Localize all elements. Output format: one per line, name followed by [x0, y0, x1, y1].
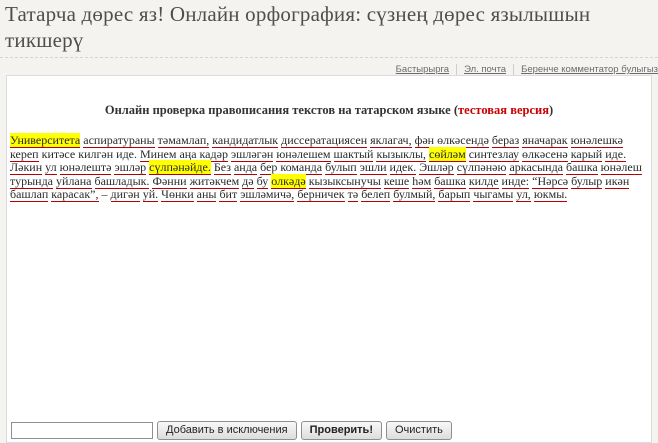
toolbar-link-1[interactable]: Бастырырга	[389, 64, 457, 75]
word[interactable]: юнәлешкә	[571, 133, 623, 148]
clear-button[interactable]: Очистить	[386, 421, 452, 440]
word[interactable]: яначарак	[522, 133, 567, 148]
word[interactable]: идек.	[390, 160, 417, 175]
checked-text: Университета аспиратураны тәмамлап, канд…	[10, 134, 648, 202]
toolbar-link-3[interactable]: Беренче комментатор булыгыз	[514, 64, 658, 75]
word[interactable]: эшләмичә,	[240, 187, 294, 202]
word[interactable]: булып	[325, 160, 357, 175]
word[interactable]: сүлпәнәю	[457, 160, 507, 175]
word[interactable]: анда	[234, 160, 257, 175]
word[interactable]: башка	[566, 160, 598, 175]
word[interactable]: эшләр	[114, 160, 146, 175]
word[interactable]: Ләкин	[10, 160, 42, 175]
checker-panel: Онлайн проверка правописания текстов на …	[6, 75, 652, 443]
misspelled-word[interactable]: сүлпәнәйде.	[149, 160, 211, 175]
test-version-note: тестовая версия	[458, 103, 549, 117]
word[interactable]: чыгамы	[473, 187, 513, 202]
word[interactable]: уй.	[143, 187, 158, 202]
word[interactable]: ул	[45, 160, 56, 175]
paren-close: )	[549, 103, 553, 117]
add-exception-button[interactable]: Добавить в исключения	[157, 421, 297, 440]
word[interactable]: юкмы.	[534, 187, 567, 202]
word[interactable]: бит	[219, 187, 237, 202]
word[interactable]: бераз	[492, 133, 519, 148]
word[interactable]: булыр	[571, 174, 602, 189]
word[interactable]: ул,	[516, 187, 530, 202]
word[interactable]: Эшләр	[419, 160, 453, 175]
site-header: Татарча дөрес яз! Онлайн орфография: сүз…	[0, 0, 658, 58]
word[interactable]: белеп	[361, 187, 390, 202]
word: килгән	[78, 147, 113, 161]
word: китәсе	[42, 147, 76, 161]
bottom-controls: Добавить в исключения Проверить! Очистит…	[11, 421, 456, 440]
toolbar-link-2[interactable]: Эл. почта	[457, 64, 514, 75]
word[interactable]: бер	[260, 160, 277, 175]
page: { "page": { "title": "Татарча дөрес яз! …	[0, 0, 658, 438]
word[interactable]: башлап	[10, 187, 48, 202]
word[interactable]: Чөнки	[161, 187, 193, 202]
check-button[interactable]: Проверить!	[301, 421, 382, 440]
word[interactable]: берничек	[297, 187, 344, 202]
checker-heading-text: Онлайн проверка правописания текстов на …	[105, 103, 451, 117]
word[interactable]: карасак”,	[51, 187, 98, 202]
word[interactable]: команда	[280, 160, 322, 175]
word[interactable]: өлкәсендә	[437, 133, 489, 148]
exception-input[interactable]	[11, 422, 153, 439]
word[interactable]: дигән	[111, 187, 140, 202]
word[interactable]: аны	[197, 187, 217, 202]
word[interactable]: эшли	[360, 160, 387, 175]
checker-heading: Онлайн проверка правописания текстов на …	[7, 103, 651, 118]
word[interactable]: фән	[415, 133, 435, 148]
word[interactable]: аркасында	[509, 160, 563, 175]
word[interactable]: кандидатлык	[212, 133, 278, 148]
word[interactable]: тәмамлап,	[158, 133, 210, 148]
word[interactable]: яклагач,	[370, 133, 411, 148]
page-title: Татарча дөрес яз! Онлайн орфография: сүз…	[5, 1, 605, 53]
toolbar-links-row: БастырыргаЭл. почтаБеренче комментатор б…	[0, 58, 658, 75]
word[interactable]: барып	[438, 187, 470, 202]
word: –	[102, 187, 108, 201]
word[interactable]: юнәлештә	[60, 160, 112, 175]
word[interactable]: икән	[605, 174, 629, 189]
word: иде.	[116, 147, 137, 161]
word[interactable]: диссератациясен	[281, 133, 367, 148]
word[interactable]: булмый,	[393, 187, 435, 202]
word[interactable]: Без	[214, 160, 231, 175]
word[interactable]: юнәлеш	[601, 160, 642, 175]
word[interactable]: тә	[348, 187, 359, 202]
